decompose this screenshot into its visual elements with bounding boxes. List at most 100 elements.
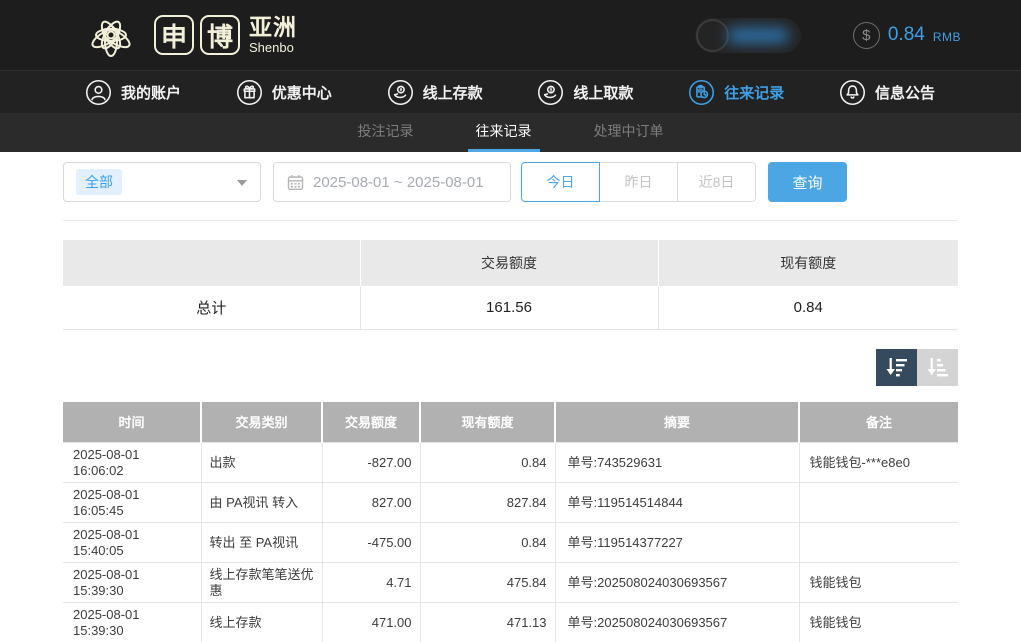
cell-summary: 单号:202508024030693567 — [555, 603, 799, 642]
nav-item-label: 往来记录 — [724, 82, 784, 103]
cell-time: 2025-08-01 16:05:45 — [63, 483, 201, 523]
nav-item-label: 线上存款 — [423, 82, 483, 103]
table-row: 2025-08-01 15:40:05转出 至 PA视讯-475.000.84单… — [63, 523, 958, 563]
main-nav: 我的账户 优惠中心 ¥ 线上存款 $ 线上取款 往来记录 信息公告 — [0, 71, 1021, 113]
quick-range-button-1[interactable]: 昨日 — [599, 162, 678, 202]
transactions-header-row: 时间交易类别交易额度现有额度摘要备注 — [63, 402, 958, 443]
column-header: 现有额度 — [420, 402, 555, 443]
record-tabs: 投注记录 往来记录 处理中订单 — [0, 113, 1021, 152]
logo-char-bo: 博 — [200, 15, 240, 55]
calendar-icon — [287, 174, 304, 191]
transactions-table: 时间交易类别交易额度现有额度摘要备注 2025-08-01 16:06:02出款… — [63, 402, 958, 642]
withdraw-icon: $ — [537, 79, 564, 106]
cell-note: 钱能钱包 — [799, 603, 958, 642]
cell-summary: 单号:119514377227 — [555, 523, 799, 563]
logo-region-text: 亚洲 — [249, 16, 297, 39]
logo-latin-text: Shenbo — [249, 41, 297, 54]
cell-summary: 单号:743529631 — [555, 443, 799, 483]
page: 申 博 亚洲 Shenbo $ 0.84 RMB 我的账户 优惠中心 ¥ 线上存款 $ 线… — [0, 0, 1021, 642]
username-redacted — [727, 28, 789, 43]
summary-table: 交易额度 现有额度 总计 161.56 0.84 — [63, 240, 958, 330]
summary-total-label: 总计 — [63, 286, 360, 329]
column-header: 时间 — [63, 402, 201, 443]
cell-note — [799, 523, 958, 563]
table-row: 2025-08-01 16:06:02出款-827.000.84单号:74352… — [63, 443, 958, 483]
cell-summary: 单号:119514514844 — [555, 483, 799, 523]
nav-item-withdraw[interactable]: $ 线上取款 — [537, 79, 633, 106]
cell-balance: 471.13 — [420, 603, 555, 642]
summary-header-blank — [63, 240, 360, 286]
summary-current-total: 0.84 — [658, 286, 958, 329]
cell-amount: -475.00 — [322, 523, 420, 563]
sort-descending-icon — [885, 356, 909, 378]
summary-header-transaction: 交易额度 — [360, 240, 658, 286]
quick-range-group: 今日昨日近8日 — [521, 162, 756, 202]
cell-summary: 单号:202508024030693567 — [555, 563, 799, 603]
deposit-icon: ¥ — [387, 79, 414, 106]
cell-category: 线上存款笔笔送优惠 — [201, 563, 322, 603]
user-avatar-placeholder — [696, 19, 729, 52]
chevron-down-icon — [237, 180, 247, 186]
cell-note: 钱能钱包-***e8e0 — [799, 443, 958, 483]
subtab-2[interactable]: 处理中订单 — [586, 113, 672, 152]
cell-balance: 827.84 — [420, 483, 555, 523]
search-button[interactable]: 查询 — [768, 162, 847, 202]
cell-amount: 471.00 — [322, 603, 420, 642]
nav-item-gift[interactable]: 优惠中心 — [236, 79, 332, 106]
sort-ascending-icon — [926, 356, 950, 378]
table-row: 2025-08-01 16:05:45由 PA视讯 转入827.00827.84… — [63, 483, 958, 523]
bell-icon — [839, 79, 866, 106]
sort-descending-button[interactable] — [876, 349, 917, 386]
summary-header-current: 现有额度 — [658, 240, 958, 286]
nav-item-label: 线上取款 — [573, 82, 633, 103]
cell-amount: 4.71 — [322, 563, 420, 603]
user-icon — [85, 79, 112, 106]
filter-bar: 全部 2025-08-01 ~ 2025-08-01 — [63, 162, 958, 202]
summary-transaction-total: 161.56 — [360, 286, 658, 329]
quick-range-button-2[interactable]: 近8日 — [677, 162, 756, 202]
sort-controls — [63, 349, 958, 386]
cell-note — [799, 483, 958, 523]
balance-display[interactable]: $ 0.84 RMB — [853, 22, 961, 49]
cell-time: 2025-08-01 15:40:05 — [63, 523, 201, 563]
dollar-icon: $ — [853, 22, 880, 49]
cell-time: 2025-08-01 15:39:30 — [63, 603, 201, 642]
gift-icon — [236, 79, 263, 106]
cell-amount: 827.00 — [322, 483, 420, 523]
svg-text:$: $ — [550, 87, 553, 93]
nav-item-deposit[interactable]: ¥ 线上存款 — [387, 79, 483, 106]
nav-item-label: 优惠中心 — [272, 82, 332, 103]
nav-item-user[interactable]: 我的账户 — [85, 79, 181, 106]
balance-amount: 0.84 — [888, 24, 925, 46]
table-row: 2025-08-01 15:39:30线上存款笔笔送优惠4.71475.84单号… — [63, 563, 958, 603]
quick-range-button-0[interactable]: 今日 — [521, 162, 600, 202]
column-header: 交易类别 — [201, 402, 322, 443]
nav-item-records[interactable]: 往来记录 — [688, 79, 784, 106]
subtab-0[interactable]: 投注记录 — [350, 113, 422, 152]
content: 全部 2025-08-01 ~ 2025-08-01 — [0, 162, 1021, 642]
cell-time: 2025-08-01 16:06:02 — [63, 443, 201, 483]
transaction-type-select[interactable]: 全部 — [63, 162, 261, 202]
divider — [63, 220, 958, 221]
cell-note: 钱能钱包 — [799, 563, 958, 603]
cell-balance: 0.84 — [420, 443, 555, 483]
balance-currency: RMB — [933, 30, 961, 44]
user-account-blurred[interactable] — [695, 18, 801, 53]
records-icon — [688, 79, 715, 106]
cell-amount: -827.00 — [322, 443, 420, 483]
sort-ascending-button[interactable] — [917, 349, 958, 386]
logo[interactable]: 申 博 亚洲 Shenbo — [78, 6, 297, 64]
cell-category: 出款 — [201, 443, 322, 483]
selected-type-chip: 全部 — [76, 169, 122, 195]
svg-text:¥: ¥ — [399, 87, 402, 93]
cell-category: 由 PA视讯 转入 — [201, 483, 322, 523]
nav-item-bell[interactable]: 信息公告 — [839, 79, 935, 106]
summary-total-row: 总计 161.56 0.84 — [63, 286, 958, 329]
column-header: 备注 — [799, 402, 958, 443]
nav-item-label: 我的账户 — [121, 82, 181, 103]
table-row: 2025-08-01 15:39:30线上存款471.00471.13单号:20… — [63, 603, 958, 642]
subtab-1[interactable]: 往来记录 — [468, 113, 540, 152]
cell-time: 2025-08-01 15:39:30 — [63, 563, 201, 603]
logo-char-shen: 申 — [154, 15, 194, 55]
date-range-input[interactable]: 2025-08-01 ~ 2025-08-01 — [273, 162, 511, 202]
